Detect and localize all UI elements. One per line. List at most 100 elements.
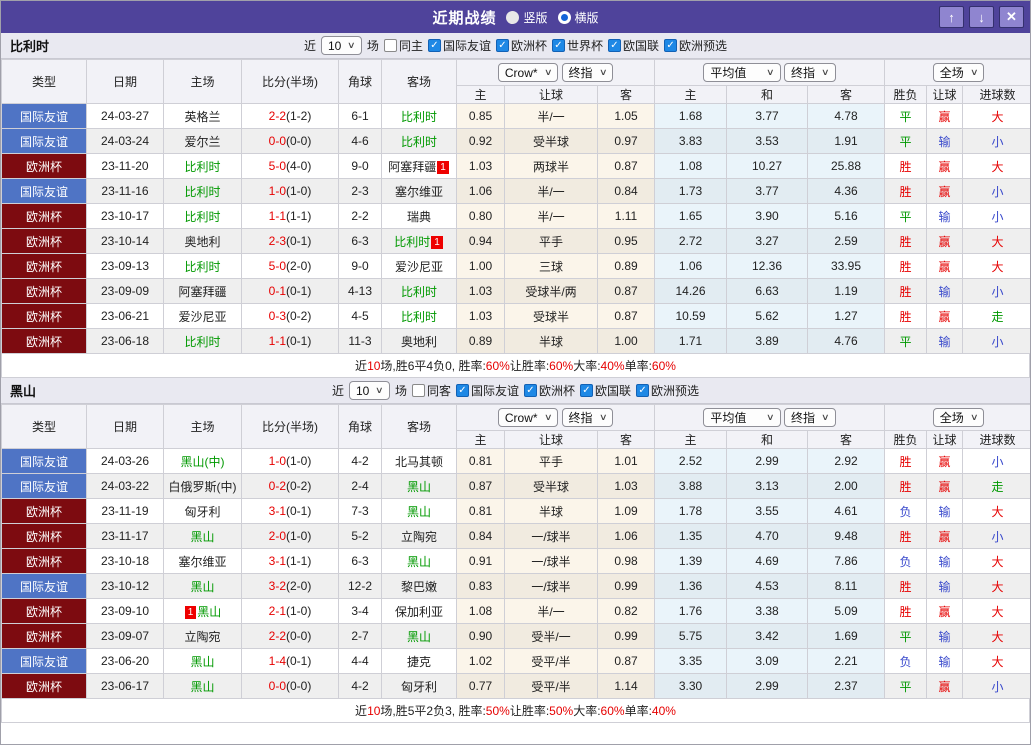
bookmaker-select[interactable]: Crow* ∨ [497, 408, 559, 428]
layout-radio-vertical[interactable]: 竖版 [506, 9, 548, 26]
match-date: 23-10-17 [86, 203, 164, 229]
competition-checkbox[interactable]: ✓ 国际友谊 [455, 382, 519, 399]
fulltime-score: 1-1 [268, 334, 286, 348]
fulltime-score: 5-0 [268, 259, 286, 273]
radio-selected-icon [557, 10, 571, 24]
team-label: 奥地利 [184, 234, 221, 249]
close-button[interactable]: ✕ [999, 6, 1024, 28]
odds-time-select[interactable]: 终指 ∨ [561, 407, 614, 427]
result-outcome: 胜 [884, 523, 928, 549]
corner-score: 4-2 [338, 448, 382, 474]
average-time-select[interactable]: 终指 ∨ [784, 63, 836, 82]
bookmaker-select[interactable]: Crow* ∨ [497, 63, 559, 83]
avg-away-odds: 7.86 [807, 548, 886, 574]
summary-stat-value: 60% [651, 358, 676, 373]
competition-checkbox[interactable]: ✓ 国际友谊 [427, 37, 491, 54]
match-score: 1-0(1-0) [241, 448, 339, 474]
home-team: 匈牙利 [163, 498, 242, 524]
handicap-line: 三球 [504, 253, 598, 279]
average-select[interactable]: 平均值 ∨ [703, 408, 781, 427]
result-outcome: 胜 [884, 598, 928, 624]
layout-radio-horizontal[interactable]: 横版 [557, 9, 599, 26]
average-time-select[interactable]: 终指 ∨ [784, 408, 836, 427]
away-team: 比利时 [381, 128, 457, 154]
competition-checkbox[interactable]: ✓ 欧洲杯 [495, 37, 547, 54]
same-venue-checkbox[interactable]: 同主 [383, 37, 423, 54]
away-team: 比利时 [381, 303, 457, 329]
away-team: 比利时 1 [381, 228, 457, 254]
competition-checkbox[interactable]: ✓ 欧洲预选 [636, 382, 699, 399]
result-outcome: 胜 [884, 573, 928, 599]
handicap-line: 受平/半 [504, 673, 598, 699]
goals-outcome: 小 [962, 523, 1030, 549]
avg-draw-odds: 2.99 [726, 448, 809, 474]
team-label: 匈牙利 [400, 679, 437, 694]
match-count-select[interactable]: 10 ∨ [320, 36, 362, 55]
team-label: 塞尔维亚 [394, 184, 443, 199]
competition-checkbox[interactable]: ✓ 欧洲预选 [664, 37, 727, 54]
fulltime-select[interactable]: 全场 ∨ [932, 408, 985, 427]
checkbox-icon [383, 39, 397, 52]
summary-stat-label: 单率: [624, 359, 652, 373]
avg-home-odds: 1.78 [654, 498, 728, 524]
match-date: 23-11-20 [86, 153, 164, 179]
avg-draw-odds: 3.90 [726, 203, 809, 229]
home-odds: 0.77 [456, 673, 505, 699]
team-label: 比利时 [184, 184, 221, 199]
average-group-header: 平均值 ∨ 终指 ∨ [654, 404, 886, 431]
handicap-line: 受球半 [504, 303, 598, 329]
competition-label: 国际友谊 [470, 384, 519, 398]
corner-score: 3-4 [338, 598, 382, 624]
avg-draw-odds: 3.13 [726, 473, 809, 499]
match-row: 欧洲杯 23-10-14 奥地利 2-3(0-1) 6-3 比利时 1 0.94 平手 0.95 2… [1, 228, 1030, 254]
home-odds: 0.84 [456, 523, 505, 549]
col-goals: 进球数 [962, 430, 1030, 449]
competition-checkbox[interactable]: ✓ 欧国联 [608, 37, 659, 54]
team-label: 比利时 [184, 259, 221, 274]
col-score: 比分(半场) [241, 404, 339, 449]
away-team: 北马其顿 [381, 448, 457, 474]
result-outcome: 平 [884, 203, 928, 229]
goals-outcome: 大 [962, 648, 1030, 674]
competition-label: 国际友谊 [442, 39, 491, 53]
handicap-line: 半/一 [504, 203, 598, 229]
move-down-button[interactable]: ↓ [969, 6, 994, 28]
home-odds: 0.94 [456, 228, 505, 254]
move-up-button[interactable]: ↑ [939, 6, 964, 28]
match-date: 24-03-27 [86, 103, 164, 129]
average-select[interactable]: 平均值 ∨ [703, 63, 781, 82]
halftime-score: (0-0) [286, 629, 312, 643]
match-date: 23-06-18 [86, 328, 164, 354]
checkbox-icon: ✓ [523, 384, 537, 397]
competition-checkbox[interactable]: ✓ 欧洲杯 [523, 382, 575, 399]
halftime-score: (1-0) [286, 184, 312, 198]
same-venue-checkbox[interactable]: 同客 [411, 382, 451, 399]
handicap-outcome: 输 [926, 573, 964, 599]
team-label: 黑山 [190, 529, 215, 544]
match-rows: 国际友谊 24-03-26 黑山(中) 1-0(1-0) 4-2 北马其顿 0.81 平手 1.… [1, 448, 1030, 699]
result-outcome: 平 [884, 103, 928, 129]
halftime-score: (0-1) [286, 334, 312, 348]
avg-home-odds: 1.71 [654, 328, 728, 354]
handicap-line: 受球半/两 [504, 278, 598, 304]
fulltime-score: 5-0 [268, 159, 286, 173]
competition-checkbox[interactable]: ✓ 欧国联 [580, 382, 631, 399]
team-label: 匈牙利 [184, 504, 221, 519]
match-row: 欧洲杯 23-09-10 1 黑山 2-1(1-0) 3-4 保加利亚 1.08 半/一 0.82… [1, 598, 1030, 624]
odds-time-select[interactable]: 终指 ∨ [561, 62, 614, 82]
match-type-badge: 欧洲杯 [1, 203, 87, 229]
home-odds: 0.80 [456, 203, 505, 229]
fulltime-select[interactable]: 全场 ∨ [932, 63, 985, 82]
match-date: 23-11-19 [86, 498, 164, 524]
home-odds: 0.85 [456, 103, 505, 129]
away-odds: 0.82 [596, 598, 656, 624]
competition-filters: ✓ 国际友谊 ✓ 欧洲杯 ✓ 欧国联 ✓ 欧洲预选 [455, 382, 699, 399]
fulltime-score: 3-2 [268, 579, 286, 593]
corner-score: 5-2 [338, 523, 382, 549]
competition-checkbox[interactable]: ✓ 世界杯 [551, 37, 603, 54]
result-outcome: 负 [884, 498, 928, 524]
match-count-select[interactable]: 10 ∨ [348, 381, 390, 400]
away-odds: 1.01 [596, 448, 656, 474]
away-odds: 1.00 [596, 328, 656, 354]
col-avg-away: 客 [807, 430, 886, 449]
